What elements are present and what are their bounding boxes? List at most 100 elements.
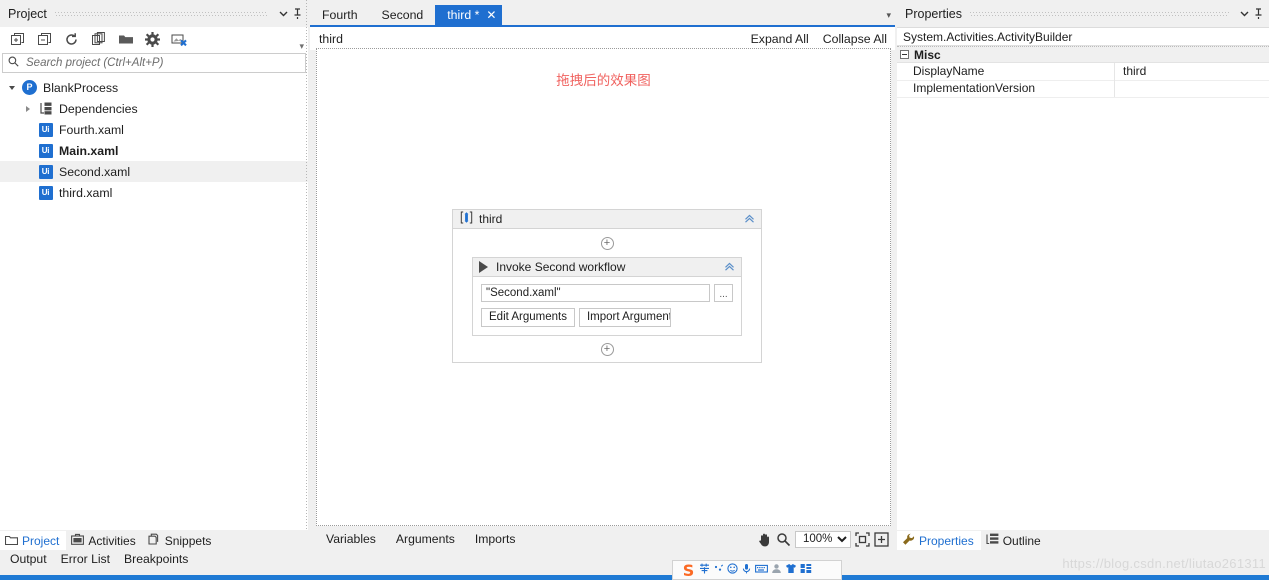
- tab-activities[interactable]: Activities: [66, 531, 142, 550]
- collapse-chevron-icon[interactable]: [724, 261, 735, 274]
- open-folder-icon[interactable]: [112, 29, 139, 51]
- zoom-level-select[interactable]: 100%: [795, 530, 851, 548]
- search-input[interactable]: [24, 55, 305, 71]
- refresh-icon[interactable]: [58, 29, 85, 51]
- workflow-file-name-input[interactable]: [481, 284, 710, 302]
- tab-snippets[interactable]: Snippets: [143, 531, 219, 550]
- collapse-category-icon[interactable]: [900, 50, 909, 59]
- import-arguments-button[interactable]: Import Arguments: [578, 308, 671, 327]
- outline-icon: [986, 533, 999, 548]
- ime-keyboard-icon[interactable]: [755, 563, 768, 577]
- workflow-canvas[interactable]: 拖拽后的效果图 third + Invoke Second workflow "…: [316, 48, 891, 526]
- settings-icon[interactable]: [139, 29, 166, 51]
- invoke-activity-header[interactable]: Invoke Second workflow: [473, 258, 741, 277]
- expand-all-icon[interactable]: [4, 29, 31, 51]
- tab-variables[interactable]: Variables: [316, 532, 386, 546]
- search-icon: [8, 56, 19, 70]
- properties-grid: Misc DisplayName third ImplementationVer…: [897, 46, 1269, 550]
- expander-open-icon[interactable]: [4, 85, 20, 90]
- doc-tab-label: Second: [381, 8, 424, 22]
- properties-type-name: System.Activities.ActivityBuilder: [897, 27, 1269, 46]
- add-activity-bottom-button[interactable]: +: [600, 343, 614, 356]
- tab-error-list[interactable]: Error List: [54, 552, 117, 566]
- collapse-chevron-icon[interactable]: [744, 213, 755, 226]
- tab-properties[interactable]: Properties: [897, 531, 981, 550]
- project-tree: P BlankProcess Dependencies Ui Fourth.xa…: [0, 73, 308, 550]
- ime-toolbox-icon[interactable]: [800, 563, 812, 577]
- pin-icon[interactable]: [1251, 6, 1265, 22]
- collapse-all-icon[interactable]: [31, 29, 58, 51]
- xaml-icon: Ui: [36, 143, 55, 158]
- tree-item-second-xaml[interactable]: Ui Second.xaml: [0, 161, 308, 182]
- tab-label: Outline: [1002, 533, 1041, 548]
- tab-imports[interactable]: Imports: [465, 532, 526, 546]
- sequence-body: + Invoke Second workflow "Second.xaml" .…: [453, 229, 761, 362]
- expander-closed-icon[interactable]: [20, 105, 36, 112]
- property-row-implementationversion[interactable]: ImplementationVersion: [897, 80, 1269, 98]
- tab-breakpoints[interactable]: Breakpoints: [117, 552, 195, 566]
- watermark-text: https://blog.csdn.net/liutao261311: [1062, 556, 1266, 571]
- expand-all-link[interactable]: Expand All: [751, 32, 809, 46]
- edit-arguments-button[interactable]: Edit Arguments: [481, 308, 575, 327]
- snippets-icon: [148, 533, 161, 548]
- tab-list-dropdown-icon[interactable]: ▾: [886, 10, 891, 21]
- breadcrumb[interactable]: third: [319, 32, 343, 46]
- tree-item-label: Second.xaml: [59, 164, 131, 179]
- search-row[interactable]: [2, 53, 306, 73]
- ime-punctuation-icon[interactable]: [713, 563, 724, 577]
- wrench-icon: [902, 533, 915, 549]
- doc-tab-second[interactable]: Second: [370, 5, 436, 25]
- tab-label: Properties: [919, 533, 974, 548]
- property-value[interactable]: third: [1115, 64, 1269, 78]
- activities-icon: [71, 533, 85, 548]
- tree-item-main-xaml[interactable]: Ui Main.xaml: [0, 140, 308, 161]
- collapse-all-link[interactable]: Collapse All: [823, 32, 887, 46]
- ime-voice-icon[interactable]: [741, 563, 752, 577]
- remove-unused-icon[interactable]: [166, 29, 193, 51]
- tree-item-dependencies[interactable]: Dependencies: [0, 98, 308, 119]
- taskbar-accent: [0, 575, 1269, 580]
- invoke-workflow-activity[interactable]: Invoke Second workflow ... Edit A: [472, 257, 742, 336]
- tab-project[interactable]: Project: [0, 531, 67, 550]
- pin-icon[interactable]: [290, 6, 304, 22]
- xaml-icon: Ui: [36, 185, 55, 200]
- property-category-misc[interactable]: Misc: [897, 46, 1269, 63]
- add-activity-top-button[interactable]: +: [600, 237, 614, 250]
- tab-outline[interactable]: Outline: [981, 531, 1048, 550]
- toolbar-overflow-icon[interactable]: ▾: [299, 42, 304, 51]
- chevron-down-icon[interactable]: [276, 6, 290, 22]
- tab-output[interactable]: Output: [3, 552, 54, 566]
- tree-item-third-xaml[interactable]: Ui third.xaml: [0, 182, 308, 203]
- copy-icon[interactable]: [85, 29, 112, 51]
- sequence-header[interactable]: third: [453, 210, 761, 229]
- ime-skin-icon[interactable]: [785, 563, 797, 577]
- fit-to-screen-icon[interactable]: [853, 530, 872, 548]
- tab-arguments[interactable]: Arguments: [386, 532, 465, 546]
- invoke-activity-body: ... Edit Arguments Import Arguments: [473, 277, 741, 335]
- tree-item-blankprocess[interactable]: P BlankProcess: [0, 77, 308, 98]
- project-panel: Project ▾ Search project (Ctrl+Alt+P) P …: [0, 0, 308, 550]
- ime-emoji-icon[interactable]: [727, 563, 738, 577]
- dependencies-icon: [36, 102, 55, 115]
- ime-user-icon[interactable]: [771, 563, 782, 577]
- sequence-container[interactable]: third + Invoke Second workflow "Second.x…: [452, 209, 762, 363]
- property-category-label: Misc: [914, 47, 941, 62]
- doc-tab-third[interactable]: third * ✕: [435, 5, 503, 25]
- chevron-down-icon[interactable]: [1237, 6, 1251, 22]
- sogou-ime-logo[interactable]: S: [676, 561, 701, 580]
- browse-button[interactable]: ...: [714, 284, 733, 302]
- close-icon[interactable]: ✕: [486, 9, 496, 21]
- properties-panel-title: Properties: [905, 6, 962, 21]
- property-row-displayname[interactable]: DisplayName third: [897, 62, 1269, 81]
- argument-buttons-row: Edit Arguments Import Arguments: [481, 308, 733, 327]
- breadcrumb-bar: third Expand All Collapse All: [310, 27, 895, 50]
- left-panel-splitter[interactable]: [306, 0, 307, 550]
- reset-zoom-icon[interactable]: [872, 530, 891, 548]
- magnifier-icon[interactable]: [774, 530, 793, 548]
- properties-title-bar: Properties: [897, 0, 1269, 27]
- doc-tab-fourth[interactable]: Fourth: [310, 5, 370, 25]
- tree-item-fourth-xaml[interactable]: Ui Fourth.xaml: [0, 119, 308, 140]
- hand-icon[interactable]: [755, 530, 774, 548]
- tab-label: Project: [22, 533, 60, 548]
- xaml-icon: Ui: [36, 164, 55, 179]
